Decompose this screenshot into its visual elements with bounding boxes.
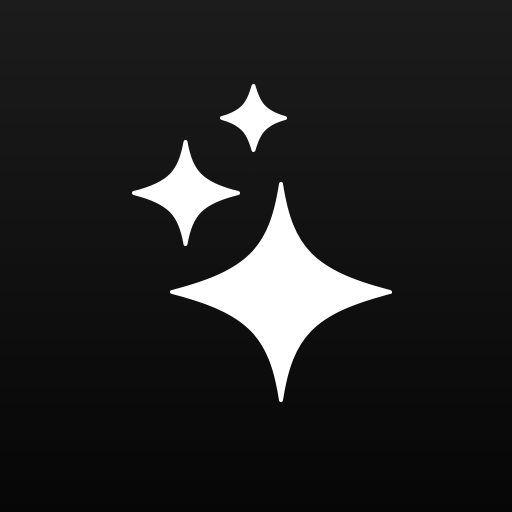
sparkles-icon — [0, 0, 512, 512]
app-icon — [0, 0, 512, 512]
